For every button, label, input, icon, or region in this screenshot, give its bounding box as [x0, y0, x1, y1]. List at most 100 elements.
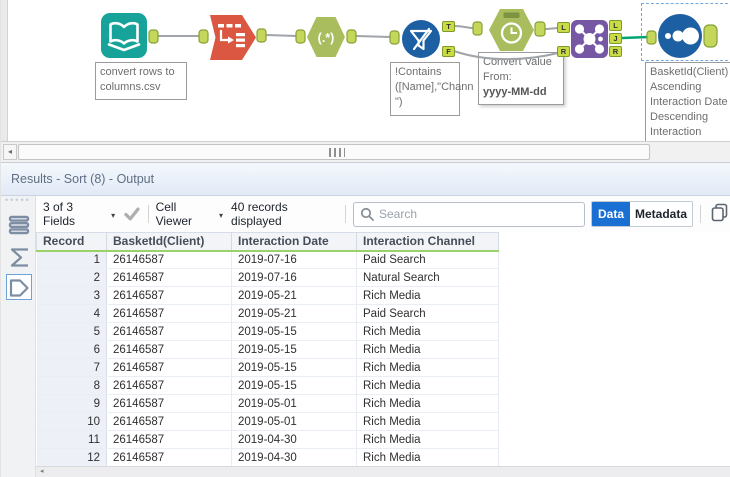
chevron-down-icon[interactable]: ▾ [111, 211, 115, 220]
data-cell[interactable]: Rich Media [356, 286, 499, 305]
data-cell[interactable]: 2019-05-01 [231, 394, 357, 413]
data-cell[interactable]: Rich Media [356, 376, 499, 395]
column-header-basketid[interactable]: BasketId(Client) [106, 232, 232, 252]
data-cell[interactable]: 2019-05-15 [231, 358, 357, 377]
record-number-cell[interactable]: 10 [36, 412, 107, 431]
grid-hscrollbar[interactable]: ◂ [36, 466, 730, 477]
column-header-interaction-date[interactable]: Interaction Date [231, 232, 357, 252]
data-cell[interactable]: 2019-04-30 [231, 430, 357, 449]
record-number-cell[interactable]: 9 [36, 394, 107, 413]
data-cell[interactable]: 2019-05-15 [231, 376, 357, 395]
fields-summary-dropdown[interactable]: 3 of 3 Fields [43, 200, 106, 228]
data-cell[interactable]: 2019-07-16 [231, 268, 357, 287]
data-cell[interactable]: Rich Media [356, 430, 499, 449]
join-join-output-port[interactable]: J [609, 33, 622, 44]
data-cell[interactable]: Rich Media [356, 340, 499, 359]
data-cell[interactable]: 2019-05-01 [231, 412, 357, 431]
filter-tool[interactable] [402, 20, 440, 58]
chevron-down-icon[interactable]: ▾ [219, 211, 223, 220]
data-cell[interactable]: 26146587 [106, 430, 232, 449]
data-cell[interactable]: Paid Search [356, 304, 499, 323]
join-tool[interactable] [571, 20, 608, 58]
record-number-cell[interactable]: 8 [36, 376, 107, 395]
sigma-icon [10, 247, 28, 267]
view-profile-button[interactable] [6, 243, 32, 269]
data-cell[interactable]: 26146587 [106, 304, 232, 323]
record-number-cell[interactable]: 7 [36, 358, 107, 377]
tab-data[interactable]: Data [592, 202, 630, 226]
cell-viewer-dropdown[interactable]: Cell Viewer [156, 200, 214, 228]
search-box[interactable] [353, 201, 585, 227]
join-left-output-port[interactable]: L [609, 20, 622, 31]
workflow-canvas[interactable]: (.*) T F L R L J R convert rows to colum… [1, 0, 730, 142]
data-cell[interactable]: 26146587 [106, 394, 232, 413]
tab-metadata[interactable]: Metadata [630, 202, 692, 226]
data-cell[interactable]: 26146587 [106, 286, 232, 305]
data-cell[interactable]: 2019-05-15 [231, 322, 357, 341]
data-cell[interactable]: 26146587 [106, 322, 232, 341]
wire-regex-filter[interactable] [355, 35, 392, 38]
data-cell[interactable]: Natural Search [356, 268, 499, 287]
record-number-cell[interactable]: 1 [36, 250, 107, 269]
record-number-cell[interactable]: 2 [36, 268, 107, 287]
input-data-tool[interactable] [101, 13, 147, 58]
data-cell[interactable]: 2019-05-21 [231, 304, 357, 323]
data-cell[interactable]: 26146587 [106, 358, 232, 377]
wire-transpose-regex[interactable] [265, 34, 298, 37]
scrollbar-left-arrow[interactable]: ◂ [3, 144, 17, 160]
input-tool-annotation[interactable]: convert rows to columns.csv [95, 62, 187, 100]
panel-drag-handle[interactable]: ••••• [5, 198, 33, 204]
results-grid[interactable]: Record BasketId(Client) Interaction Date… [36, 232, 499, 467]
data-cell[interactable]: Rich Media [356, 358, 499, 377]
annotation-line: Convert Value [483, 56, 552, 68]
table-row: 11 26146587 2019-04-30 Rich Media [36, 430, 499, 449]
annotation-line: BasketId(Client) [650, 66, 729, 78]
data-cell[interactable]: 26146587 [106, 412, 232, 431]
filter-tool-annotation[interactable]: !Contains ([Name],"Chann ") [390, 62, 474, 116]
apply-checkmark-icon[interactable] [123, 206, 140, 222]
copy-button[interactable] [711, 203, 728, 225]
search-input[interactable] [379, 207, 559, 221]
canvas-hscrollbar[interactable]: ◂ [1, 142, 730, 163]
data-cell[interactable]: Rich Media [356, 322, 499, 341]
record-number-cell[interactable]: 12 [36, 448, 107, 467]
data-cell[interactable]: 26146587 [106, 250, 232, 269]
stacked-rows-icon [8, 215, 30, 235]
view-records-button[interactable] [6, 211, 32, 237]
record-number-cell[interactable]: 11 [36, 430, 107, 449]
view-data-button[interactable] [6, 274, 32, 300]
scrollbar-thumb[interactable] [18, 144, 650, 160]
data-cell[interactable]: 2019-04-30 [231, 448, 357, 467]
table-row: 3 26146587 2019-05-21 Rich Media [36, 286, 499, 305]
record-number-cell[interactable]: 3 [36, 286, 107, 305]
data-cell[interactable]: 26146587 [106, 448, 232, 467]
regex-tool[interactable]: (.*) [307, 17, 345, 57]
data-cell[interactable]: Rich Media [356, 448, 499, 467]
datetime-tool[interactable] [489, 9, 534, 51]
column-header-interaction-channel[interactable]: Interaction Channel [356, 232, 499, 252]
record-number-cell[interactable]: 5 [36, 322, 107, 341]
record-number-cell[interactable]: 6 [36, 340, 107, 359]
record-number-cell[interactable]: 4 [36, 304, 107, 323]
data-cell[interactable]: 26146587 [106, 268, 232, 287]
input-data-book-icon [101, 13, 147, 58]
filter-true-port[interactable]: T [442, 21, 455, 32]
filter-false-port[interactable]: F [442, 46, 455, 57]
data-cell[interactable]: Paid Search [356, 250, 499, 269]
transpose-tool[interactable] [210, 15, 256, 60]
join-left-input-port[interactable]: L [557, 22, 570, 33]
data-cell[interactable]: Rich Media [356, 412, 499, 431]
join-right-output-port[interactable]: R [609, 46, 622, 57]
sort-tool-annotation[interactable]: BasketId(Client) Ascending Interaction D… [645, 62, 730, 141]
data-cell[interactable]: 2019-05-21 [231, 286, 357, 305]
data-cell[interactable]: 26146587 [106, 376, 232, 395]
join-right-input-port[interactable]: R [557, 46, 570, 57]
scrollbar-grip [329, 148, 345, 157]
data-cell[interactable]: Rich Media [356, 394, 499, 413]
data-cell[interactable]: 26146587 [106, 340, 232, 359]
data-cell[interactable]: 2019-05-15 [231, 340, 357, 359]
column-header-record[interactable]: Record [36, 232, 107, 252]
data-cell[interactable]: 2019-07-16 [231, 250, 357, 269]
datetime-tool-annotation[interactable]: Convert Value From: yyyy-MM-dd [478, 52, 564, 105]
wire-filter-true-datetime[interactable] [453, 25, 475, 29]
